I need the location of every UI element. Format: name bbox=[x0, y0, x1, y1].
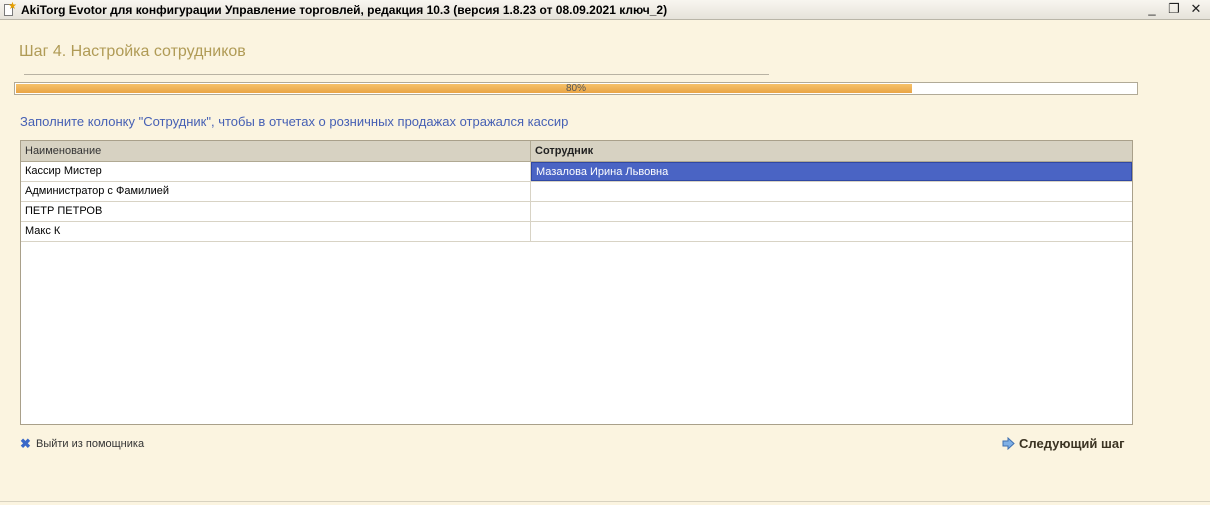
table-row[interactable]: Макс К bbox=[21, 222, 1132, 242]
next-step-label[interactable]: Следующий шаг bbox=[1019, 436, 1125, 451]
app-document-icon[interactable]: ★ bbox=[2, 1, 17, 17]
next-step-button[interactable]: Следующий шаг bbox=[1002, 436, 1125, 451]
bottom-divider bbox=[0, 501, 1210, 502]
arrow-right-icon bbox=[1002, 437, 1015, 450]
cell-employee[interactable] bbox=[531, 222, 1132, 241]
table-row[interactable]: Администратор с Фамилией bbox=[21, 182, 1132, 202]
cell-name[interactable]: Макс К bbox=[21, 222, 531, 241]
progress-label: 80% bbox=[565, 83, 586, 94]
minimize-icon[interactable]: _ bbox=[1144, 1, 1160, 17]
exit-wizard-label[interactable]: Выйти из помощника bbox=[36, 438, 144, 450]
progress-bar: 80% bbox=[14, 82, 1138, 95]
table-row[interactable]: Кассир Мистер Мазалова Ирина Львовна bbox=[21, 162, 1132, 182]
cell-employee[interactable] bbox=[531, 182, 1132, 201]
window-title: AkiTorg Evotor для конфигурации Управлен… bbox=[21, 2, 668, 17]
restore-icon[interactable]: ❐ bbox=[1166, 1, 1182, 17]
window-titlebar[interactable]: ★ AkiTorg Evotor для конфигурации Управл… bbox=[0, 0, 1210, 20]
title-divider bbox=[24, 74, 769, 75]
table-row[interactable]: ПЕТР ПЕТРОВ bbox=[21, 202, 1132, 222]
cell-name[interactable]: Кассир Мистер bbox=[21, 162, 531, 181]
window-controls: _ ❐ ✕ bbox=[1144, 1, 1204, 17]
column-header-employee[interactable]: Сотрудник bbox=[531, 141, 1132, 161]
cell-employee[interactable] bbox=[531, 202, 1132, 221]
step-title: Шаг 4. Настройка сотрудников bbox=[19, 43, 246, 60]
instruction-text: Заполните колонку "Сотрудник", чтобы в о… bbox=[20, 114, 569, 129]
cell-name[interactable]: ПЕТР ПЕТРОВ bbox=[21, 202, 531, 221]
close-icon[interactable]: ✕ bbox=[1188, 1, 1204, 17]
exit-wizard-link[interactable]: ✖ Выйти из помощника bbox=[20, 436, 144, 451]
cross-icon: ✖ bbox=[20, 436, 31, 451]
cell-name[interactable]: Администратор с Фамилией bbox=[21, 182, 531, 201]
table-header: Наименование Сотрудник bbox=[21, 141, 1132, 162]
cell-employee-selected[interactable]: Мазалова Ирина Львовна bbox=[531, 162, 1132, 181]
employees-table[interactable]: Наименование Сотрудник Кассир Мистер Маз… bbox=[20, 140, 1133, 425]
column-header-name[interactable]: Наименование bbox=[21, 141, 531, 161]
